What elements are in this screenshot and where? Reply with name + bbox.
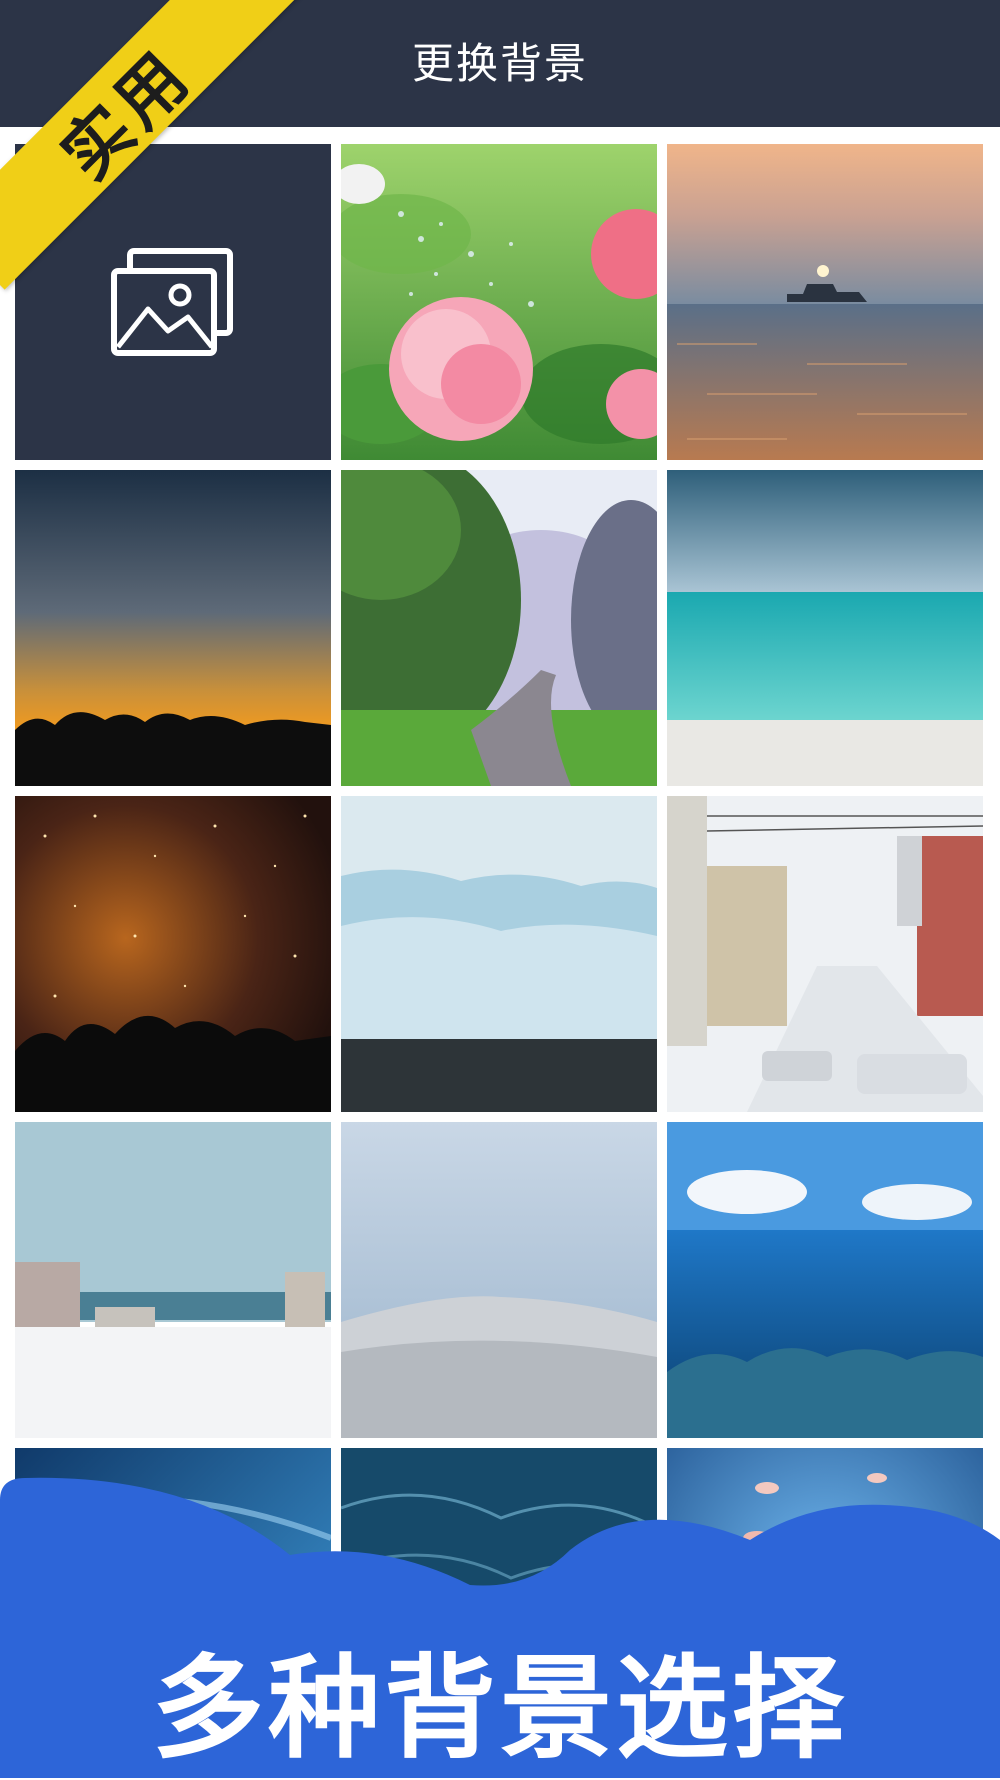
background-thumb-flower[interactable] — [341, 144, 657, 460]
background-thumb-orange-dusk[interactable] — [15, 470, 331, 786]
background-thumb-snowy-town[interactable] — [15, 1122, 331, 1438]
background-thumb-sunset-sea[interactable] — [667, 144, 983, 460]
background-thumb-snowy-street[interactable] — [667, 796, 983, 1112]
background-thumb-forest-path[interactable] — [341, 470, 657, 786]
promo-headline: 多种背景选择 — [152, 1644, 848, 1774]
background-thumb-starry-night[interactable] — [15, 796, 331, 1112]
background-thumb-snowy-hill[interactable] — [341, 1122, 657, 1438]
background-grid — [0, 127, 1000, 1778]
background-thumb-turquoise-sea[interactable] — [667, 470, 983, 786]
image-gallery-icon — [111, 248, 233, 356]
background-thumb-underwater[interactable] — [667, 1122, 983, 1438]
background-thumb-glacier[interactable] — [341, 796, 657, 1112]
